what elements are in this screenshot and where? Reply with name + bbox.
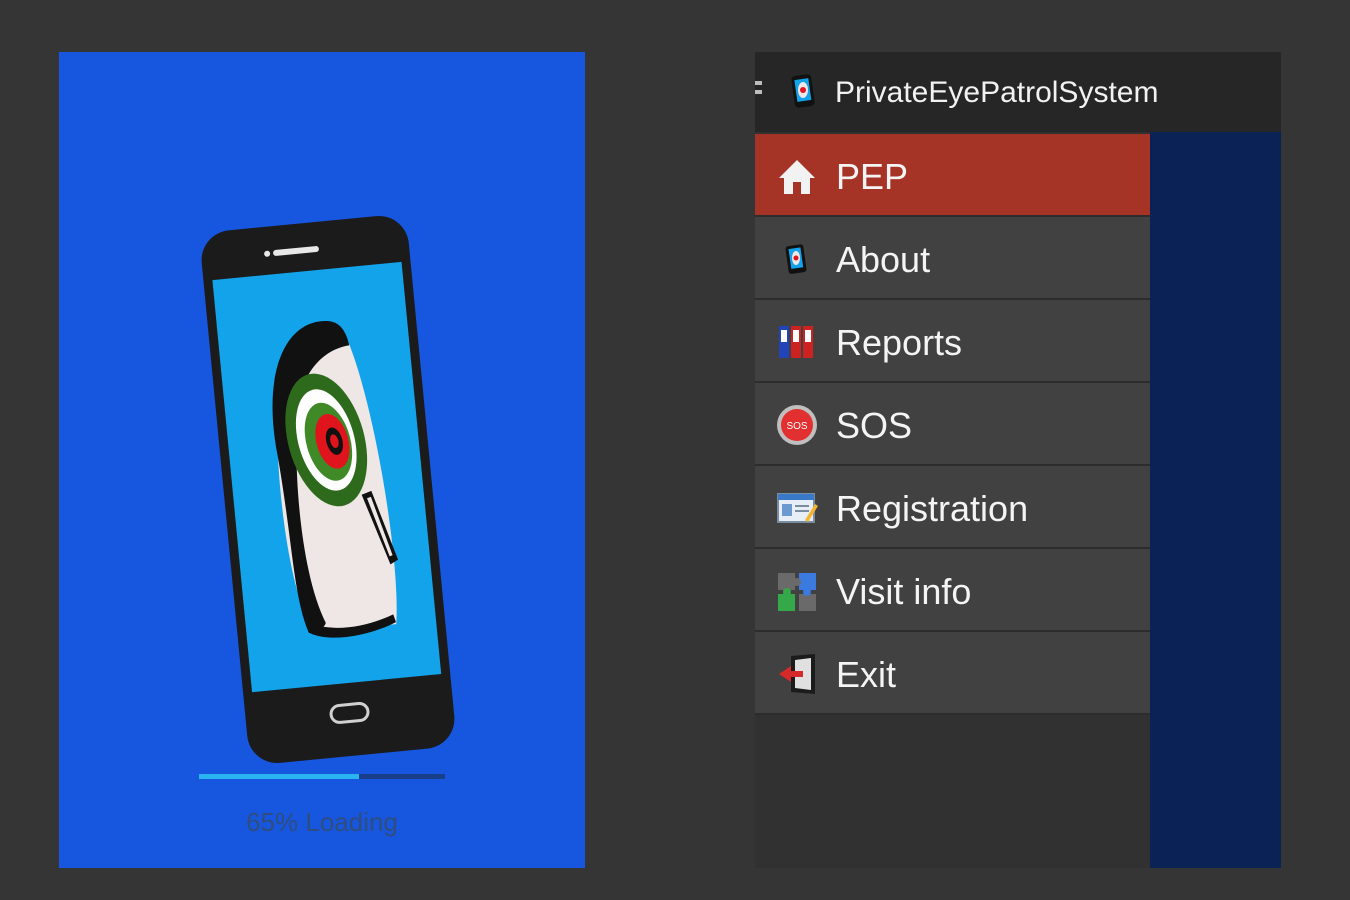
loading-progress-fill [199, 774, 359, 779]
loading-text: 65% Loading [246, 807, 398, 837]
navigation-drawer: PEP About Reports SOS SOS Registration V… [755, 132, 1150, 868]
menu-item-visit-info[interactable]: Visit info [755, 549, 1150, 632]
action-bar: PrivateEyePatrolSystem [755, 52, 1281, 132]
drawer-toggle-icon[interactable] [755, 81, 763, 103]
binders-icon [779, 326, 813, 358]
splash-screen: 65% Loading [59, 52, 585, 868]
menu-item-about[interactable]: About [755, 217, 1150, 300]
menu-item-exit[interactable]: Exit [755, 632, 1150, 715]
menu-item-label: Visit info [836, 571, 972, 612]
menu-item-label: Reports [836, 322, 963, 363]
eye-magnifier-logo-icon [272, 321, 399, 638]
puzzle-icon [778, 573, 816, 611]
menu-item-label: Registration [836, 488, 1029, 529]
menu-item-registration[interactable]: Registration [755, 466, 1150, 549]
home-icon [779, 160, 815, 194]
menu-item-sos[interactable]: SOS SOS [755, 383, 1150, 466]
sos-icon: SOS [777, 405, 817, 445]
registration-form-icon [777, 493, 818, 523]
exit-door-icon [779, 654, 815, 694]
menu-item-label: SOS [836, 405, 913, 446]
menu-item-label: PEP [836, 156, 909, 197]
menu-item-label: Exit [836, 654, 897, 695]
drawer-scrim[interactable] [1150, 132, 1281, 868]
app-screen: PrivateEyePatrolSystem PEP About Reports… [755, 52, 1281, 868]
pep-app-icon[interactable] [789, 74, 819, 108]
phone-logo [198, 213, 458, 766]
svg-text:SOS: SOS [786, 421, 807, 432]
loading-progress-bar [199, 774, 445, 779]
phone-screen [212, 261, 442, 693]
pep-app-icon [785, 244, 807, 274]
app-title: PrivateEyePatrolSystem [835, 76, 1159, 109]
menu-item-label: About [836, 239, 931, 280]
menu-item-pep[interactable]: PEP [755, 134, 1150, 217]
menu-item-reports[interactable]: Reports [755, 300, 1150, 383]
